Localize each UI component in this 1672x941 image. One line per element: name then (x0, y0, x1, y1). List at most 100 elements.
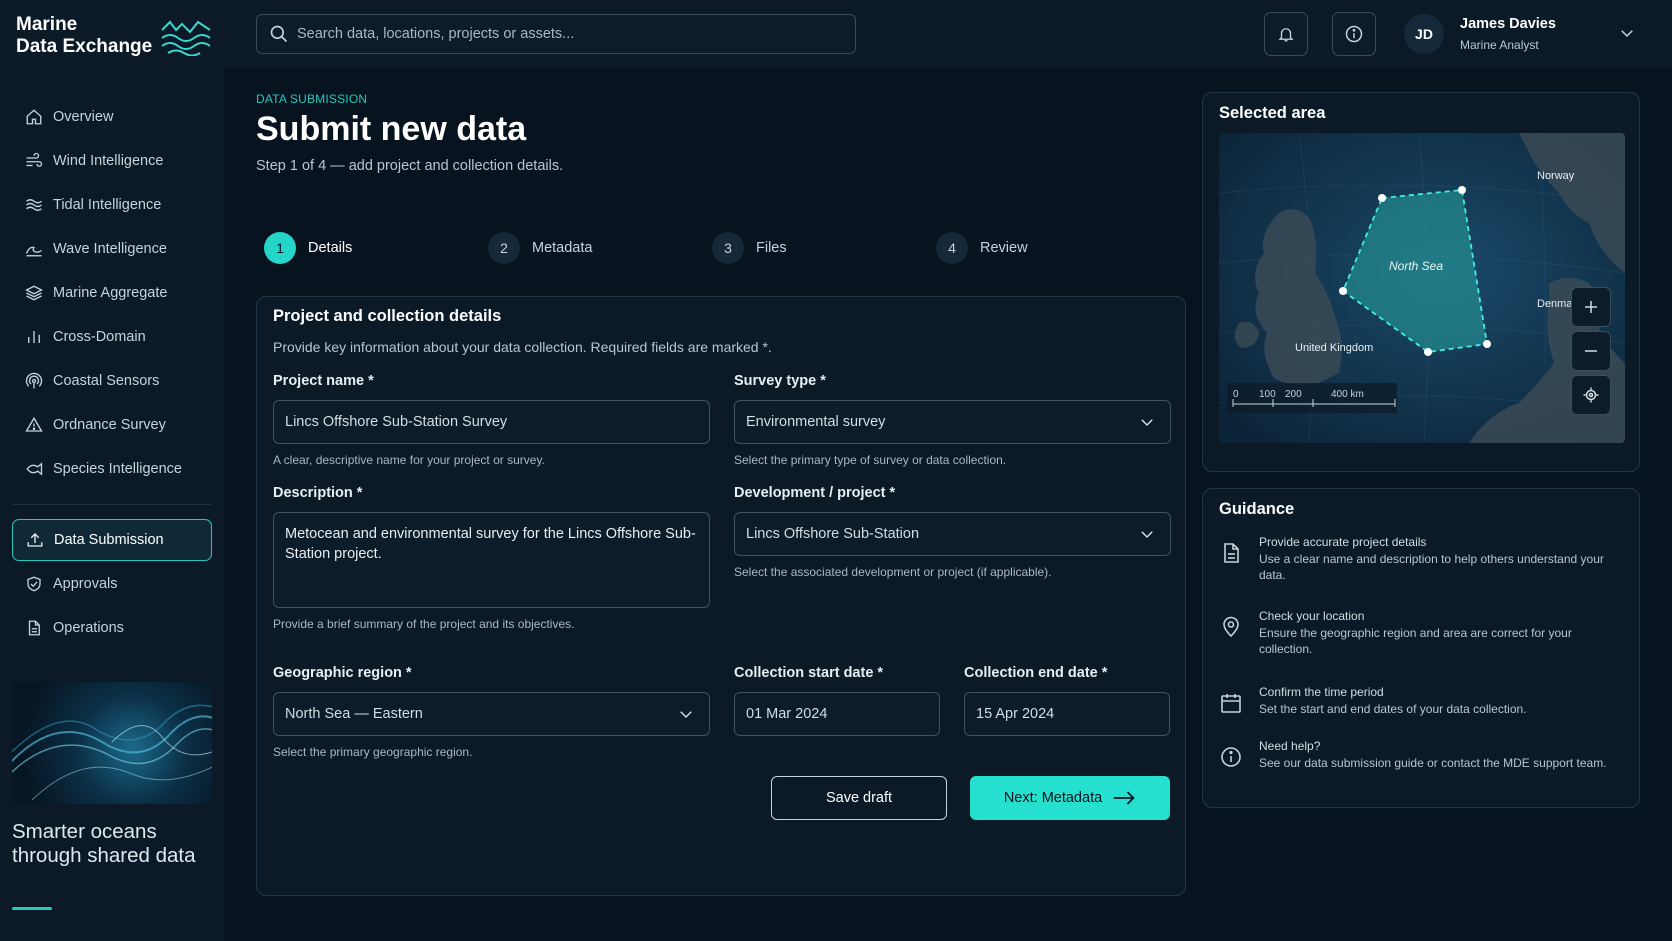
card-title: Project and collection details (273, 307, 502, 325)
sidebar-item-coastal-sensors[interactable]: Coastal Sensors (12, 360, 212, 402)
guidance-text: Ensure the geographic region and area ar… (1259, 626, 1572, 656)
step-number: 1 (264, 232, 296, 264)
sidebar-item-ordnance-survey[interactable]: Ordnance Survey (12, 404, 212, 446)
panel-title: Guidance (1219, 500, 1295, 518)
map-view[interactable]: North Sea Norway Denma United Kingdom 0 … (1219, 133, 1625, 443)
survey-type-value: Environmental survey (746, 414, 886, 430)
zoom-out-button[interactable] (1571, 331, 1611, 371)
shield-check-icon (23, 573, 45, 595)
sidebar-item-label: Species Intelligence (53, 461, 182, 477)
sensor-icon (23, 370, 45, 392)
guidance-card: Guidance Provide accurate project detail… (1202, 488, 1640, 808)
minus-icon (1585, 350, 1597, 352)
warning-icon (23, 414, 45, 436)
project-name-hint: A clear, descriptive name for your proje… (273, 453, 545, 467)
map-label-norway: Norway (1537, 170, 1575, 182)
guidance-heading: Need help? (1259, 739, 1321, 753)
sidebar-item-label: Coastal Sensors (53, 373, 160, 389)
info-button[interactable] (1332, 12, 1376, 56)
sidebar-item-wave-intelligence[interactable]: Wave Intelligence (12, 228, 212, 270)
info-icon (1345, 25, 1363, 43)
step-metadata[interactable]: 2 Metadata (488, 232, 592, 264)
step-label: Files (756, 240, 787, 256)
region-value: North Sea — Eastern (285, 706, 423, 722)
wave-logo-icon (161, 20, 211, 56)
sidebar-item-species-intelligence[interactable]: Species Intelligence (12, 448, 212, 490)
step-details[interactable]: 1 Details (264, 232, 352, 264)
region-label: Geographic region * (273, 665, 412, 681)
region-select[interactable]: North Sea — Eastern (273, 692, 710, 736)
sidebar: Marine Data Exchange Overview Wind Intel… (0, 0, 224, 941)
chevron-down-icon[interactable] (1618, 24, 1636, 42)
chevron-down-icon (680, 711, 692, 719)
description-hint: Provide a brief summary of the project a… (273, 617, 575, 631)
sidebar-item-label: Approvals (53, 576, 118, 592)
bars-icon (23, 326, 45, 348)
panel-title: Selected area (1219, 104, 1326, 122)
search-bar[interactable] (256, 14, 856, 54)
guidance-text: Use a clear name and description to help… (1259, 552, 1604, 582)
step-number: 4 (936, 232, 968, 264)
end-date-input[interactable]: 15 Apr 2024 (964, 692, 1170, 736)
guidance-heading: Confirm the time period (1259, 685, 1384, 699)
upload-icon (24, 529, 46, 551)
guidance-heading: Provide accurate project details (1259, 535, 1427, 549)
description-textarea[interactable]: Metocean and environmental survey for th… (273, 512, 710, 608)
scale-label: 0 (1233, 389, 1239, 400)
sidebar-item-data-submission[interactable]: Data Submission (12, 519, 212, 561)
sidebar-item-overview[interactable]: Overview (12, 96, 212, 138)
tide-icon (23, 194, 45, 216)
sidebar-divider (12, 504, 212, 505)
save-draft-button[interactable]: Save draft (771, 776, 947, 820)
step-label: Details (308, 240, 353, 256)
stepper: 1 Details 2 Metadata 3 Files 4 Review (264, 232, 1164, 264)
layers-icon (23, 282, 45, 304)
project-name-input[interactable]: Lincs Offshore Sub-Station Survey (273, 400, 710, 444)
survey-type-select[interactable]: Environmental survey (734, 400, 1171, 444)
sidebar-item-label: Data Submission (54, 532, 164, 548)
crosshair-icon (1583, 387, 1599, 403)
step-number: 3 (712, 232, 744, 264)
sidebar-item-wind-intelligence[interactable]: Wind Intelligence (12, 140, 212, 182)
sidebar-item-tidal-intelligence[interactable]: Tidal Intelligence (12, 184, 212, 226)
region-hint: Select the primary geographic region. (273, 745, 473, 759)
sidebar-item-label: Wind Intelligence (53, 153, 164, 169)
survey-type-hint: Select the primary type of survey or dat… (734, 453, 1007, 467)
avatar[interactable]: JD (1404, 14, 1444, 54)
brand[interactable]: Marine Data Exchange (16, 14, 212, 58)
description-label: Description * (273, 485, 363, 501)
notifications-button[interactable] (1264, 12, 1308, 56)
next-metadata-button[interactable]: Next: Metadata (970, 776, 1170, 820)
page-title: Submit new data (256, 110, 527, 148)
project-name-label: Project name * (273, 373, 374, 389)
chevron-down-icon (1141, 531, 1153, 539)
sidebar-item-label: Cross-Domain (53, 329, 146, 345)
start-date-input[interactable]: 01 Mar 2024 (734, 692, 940, 736)
chevron-down-icon (1141, 419, 1153, 427)
sidebar-item-marine-aggregate[interactable]: Marine Aggregate (12, 272, 212, 314)
map-label-uk: United Kingdom (1295, 342, 1373, 354)
end-date-label: Collection end date * (964, 665, 1108, 681)
development-select[interactable]: Lincs Offshore Sub-Station (734, 512, 1171, 556)
locate-button[interactable] (1571, 375, 1611, 415)
search-input[interactable] (297, 26, 837, 42)
scale-label: 400 km (1331, 389, 1364, 400)
sidebar-item-label: Tidal Intelligence (53, 197, 162, 213)
step-files[interactable]: 3 Files (712, 232, 787, 264)
wind-icon (23, 150, 45, 172)
brand-name: Marine Data Exchange (16, 14, 156, 58)
map-scale-bar: 0 100 200 400 km (1227, 383, 1397, 413)
user-role: Marine Analyst (1460, 38, 1539, 52)
development-label: Development / project * (734, 485, 896, 501)
bell-icon (1278, 28, 1294, 42)
sidebar-item-operations[interactable]: Operations (12, 607, 212, 649)
selected-area-card: Selected area North Sea Norway Denma Uni… (1202, 92, 1640, 472)
guidance-text: See our data submission guide or contact… (1259, 756, 1607, 770)
step-review[interactable]: 4 Review (936, 232, 1028, 264)
sidebar-item-cross-domain[interactable]: Cross-Domain (12, 316, 212, 358)
search-icon (270, 25, 288, 43)
zoom-in-button[interactable] (1571, 287, 1611, 327)
fish-icon (23, 458, 45, 480)
next-button-label: Next: Metadata (1003, 790, 1103, 806)
sidebar-item-approvals[interactable]: Approvals (12, 563, 212, 605)
